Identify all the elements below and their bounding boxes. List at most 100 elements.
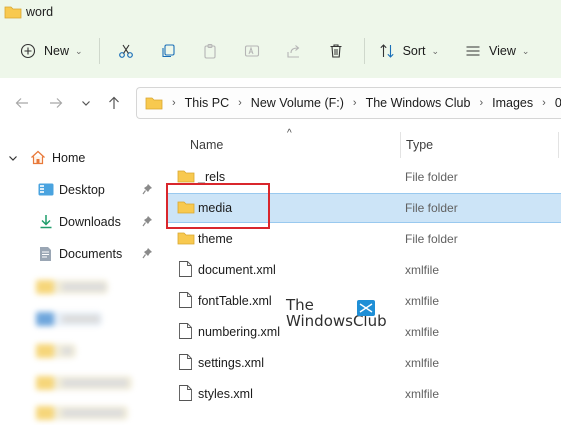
file-icon [179, 323, 192, 342]
column-header-type[interactable]: Type [406, 138, 433, 152]
table-row[interactable]: theme File folder [166, 224, 561, 254]
sort-label: Sort [402, 44, 426, 58]
folder-icon [145, 97, 163, 110]
sort-icon [379, 44, 394, 58]
up-button[interactable] [104, 92, 124, 114]
paste-button[interactable] [202, 35, 218, 67]
column-divider[interactable] [400, 132, 401, 158]
sidebar-item-downloads[interactable]: Downloads [0, 207, 160, 237]
documents-icon [39, 246, 52, 265]
file-type: File folder [405, 201, 458, 215]
new-button[interactable]: New ⌄ [20, 35, 83, 67]
sidebar-item-documents[interactable]: Documents [0, 239, 160, 269]
sidebar-item-label: Desktop [59, 183, 105, 197]
sort-button[interactable]: Sort ⌄ [379, 35, 439, 67]
column-divider[interactable] [558, 132, 559, 158]
file-name: document.xml [198, 263, 276, 277]
recent-locations-button[interactable] [76, 92, 96, 114]
chevron-down-icon: ⌄ [75, 45, 83, 56]
file-name: media [198, 201, 233, 215]
file-type: File folder [405, 170, 458, 184]
watermark: The WindowsClub [284, 296, 387, 332]
forward-button[interactable] [46, 92, 66, 114]
delete-button[interactable] [328, 35, 344, 67]
breadcrumb-the-windows-club[interactable]: The Windows Club [366, 96, 471, 110]
copy-button[interactable] [160, 35, 176, 67]
navigation-pane: Home Desktop Downloads Documents [0, 130, 160, 425]
pin-icon[interactable] [142, 183, 153, 198]
arrow-up-icon [109, 96, 119, 109]
chevron-down-icon: ⌄ [521, 45, 530, 56]
file-icon [179, 354, 192, 373]
breadcrumb-separator: › [479, 97, 484, 109]
arrow-right-icon [50, 98, 63, 108]
view-label: View [489, 44, 516, 58]
chevron-down-icon [82, 101, 90, 106]
table-row[interactable]: media File folder [166, 193, 561, 223]
sidebar-item-label: Home [52, 151, 86, 165]
blurred-sidebar-item[interactable] [36, 344, 76, 358]
rename-button[interactable] [244, 35, 260, 67]
sidebar-item-desktop[interactable]: Desktop [0, 175, 160, 205]
file-name: numbering.xml [198, 325, 280, 339]
file-name: theme [198, 232, 233, 246]
file-type: xmlfile [405, 325, 440, 339]
table-row[interactable]: settings.xml xmlfile [166, 348, 561, 378]
copy-icon [162, 44, 175, 58]
blurred-sidebar-item[interactable] [36, 312, 102, 326]
windows-logo-icon [357, 300, 375, 316]
file-type: xmlfile [405, 294, 440, 308]
file-type: xmlfile [405, 263, 440, 277]
blurred-sidebar-item[interactable] [36, 280, 108, 294]
blurred-sidebar-item[interactable] [36, 376, 132, 390]
breadcrumb-0[interactable]: 0 [555, 96, 561, 110]
file-type: File folder [405, 232, 458, 246]
folder-icon [4, 6, 22, 19]
column-header-name[interactable]: Name [190, 138, 223, 152]
cut-button[interactable] [118, 35, 134, 67]
folder-icon [177, 231, 195, 248]
chevron-down-icon[interactable] [8, 152, 18, 166]
share-button[interactable] [286, 35, 302, 67]
rename-icon [244, 45, 259, 57]
column-header-row: ^ Name Type [160, 128, 561, 160]
file-name: styles.xml [198, 387, 253, 401]
blurred-sidebar-item[interactable] [36, 406, 128, 420]
file-type: xmlfile [405, 356, 440, 370]
file-name: _rels [198, 170, 226, 184]
breadcrumb-images[interactable]: Images [492, 96, 533, 110]
file-list: ^ Name Type _rels File folder media File… [160, 128, 561, 425]
file-type: xmlfile [405, 387, 440, 401]
table-row[interactable]: document.xml xmlfile [166, 255, 561, 285]
back-button[interactable] [12, 92, 32, 114]
view-icon [466, 46, 480, 56]
address-bar[interactable]: › This PC › New Volume (F:) › The Window… [136, 87, 561, 119]
arrow-left-icon [15, 98, 28, 108]
breadcrumb-separator: › [238, 97, 242, 109]
view-button[interactable]: View ⌄ [465, 35, 529, 67]
folder-icon [177, 169, 195, 186]
paste-icon [204, 44, 216, 59]
download-icon [39, 214, 53, 232]
sidebar-item-home[interactable]: Home [0, 143, 160, 173]
desktop-icon [38, 183, 54, 199]
file-icon [179, 385, 192, 404]
file-icon [179, 292, 192, 311]
address-row: › This PC › New Volume (F:) › The Window… [0, 78, 561, 130]
pin-icon[interactable] [142, 247, 153, 262]
breadcrumb-new-volume[interactable]: New Volume (F:) [251, 96, 344, 110]
delete-icon [330, 44, 342, 58]
file-name: settings.xml [198, 356, 264, 370]
toolbar-separator [363, 38, 365, 64]
table-row[interactable]: _rels File folder [166, 162, 561, 192]
home-icon [30, 150, 46, 168]
folder-icon [177, 200, 195, 217]
table-row[interactable]: styles.xml xmlfile [166, 379, 561, 409]
new-label: New [44, 44, 70, 58]
share-icon [287, 45, 299, 58]
breadcrumb-separator: › [542, 97, 546, 109]
command-bar: New ⌄ Sort ⌄ View ⌄ [0, 24, 561, 78]
scissors-icon [118, 44, 133, 58]
pin-icon[interactable] [142, 215, 153, 230]
breadcrumb-this-pc[interactable]: This PC [185, 96, 229, 110]
